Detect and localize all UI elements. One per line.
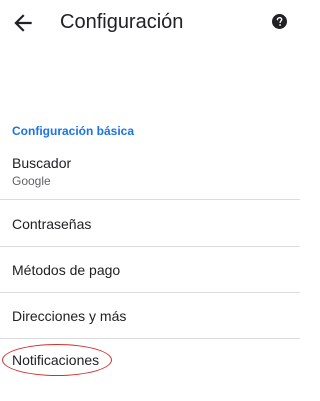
search-engine-item[interactable]: Buscador Google [0, 150, 300, 198]
help-button[interactable] [272, 14, 287, 29]
passwords-item[interactable]: Contraseñas [0, 200, 300, 246]
section-header-basic: Configuración básica [12, 124, 135, 138]
addresses-item[interactable]: Direcciones y más [0, 293, 300, 338]
back-button[interactable] [10, 10, 36, 36]
help-icon [272, 14, 287, 29]
payment-methods-item[interactable]: Métodos de pago [0, 247, 300, 292]
addresses-label: Direcciones y más [12, 308, 127, 324]
search-engine-value: Google [12, 174, 51, 188]
app-bar: Configuración [0, 0, 300, 48]
page-title: Configuración [60, 11, 184, 33]
search-engine-label: Buscador [12, 155, 72, 171]
partially-visible-item [12, 395, 92, 401]
payment-methods-label: Métodos de pago [12, 262, 121, 278]
notifications-label: Notificaciones [12, 352, 100, 368]
arrow-back-icon [14, 14, 32, 32]
passwords-label: Contraseñas [12, 216, 92, 232]
notifications-item[interactable]: Notificaciones [0, 339, 300, 383]
